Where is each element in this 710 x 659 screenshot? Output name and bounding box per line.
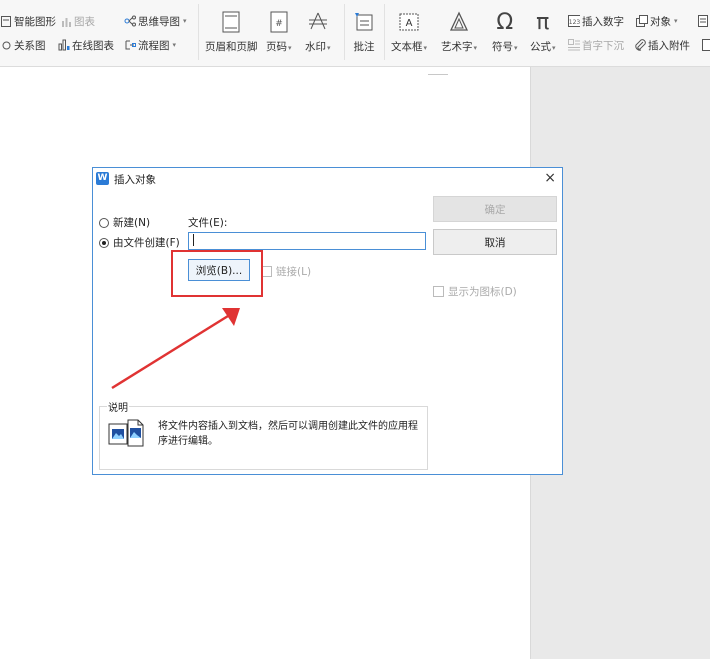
- close-icon[interactable]: ×: [544, 170, 556, 186]
- ok-button[interactable]: 确定: [433, 196, 557, 222]
- radio-from-file[interactable]: 由文件创建(F): [99, 235, 180, 250]
- ribbon-separator: [344, 4, 345, 60]
- relation-map-button[interactable]: 关系图: [0, 37, 46, 53]
- header-footer-button[interactable]: 页眉和页脚: [205, 10, 258, 54]
- chevron-down-icon: ▾: [183, 17, 187, 25]
- svg-text:A: A: [406, 18, 413, 29]
- smart-shape-icon: [0, 15, 12, 27]
- ribbon-separator: [198, 4, 199, 60]
- formula-button[interactable]: π 公式▾: [530, 10, 556, 54]
- pi-icon: π: [536, 9, 550, 35]
- radio-from-file-circle[interactable]: [99, 237, 109, 248]
- page-corner-mark: [428, 62, 448, 75]
- dialog-title: 插入对象: [114, 174, 156, 186]
- mind-map-icon: [124, 15, 136, 27]
- document-icon: [701, 39, 710, 51]
- text-box-button[interactable]: A 文本框▾: [391, 10, 427, 54]
- insert-attachment-button[interactable]: 插入附件: [634, 37, 690, 53]
- highlight-box: [171, 250, 263, 297]
- ribbon-toolbar: 智能图形 图表 思维导图 ▾ 关系图 在线图表 流程图 ▾ 页眉和页脚 # 页码…: [0, 0, 710, 67]
- radio-new[interactable]: 新建(N): [99, 215, 150, 230]
- chevron-down-icon: ▾: [473, 44, 478, 52]
- chevron-down-icon: ▾: [327, 44, 331, 52]
- description-label: 说明: [107, 399, 129, 414]
- header-footer-icon: [219, 10, 243, 34]
- relation-map-icon: [0, 39, 12, 51]
- mind-map-button[interactable]: 思维导图 ▾: [124, 13, 187, 29]
- number-icon: 123: [568, 15, 580, 27]
- ribbon-separator: [384, 4, 385, 60]
- drop-cap-icon: [568, 39, 580, 51]
- text-box-icon: A: [397, 10, 421, 34]
- more-button[interactable]: [697, 13, 709, 29]
- insert-object-dialog: W 插入对象 × 新建(N) 由文件创建(F) 文件(E): 确定 取消 浏览(…: [92, 167, 563, 475]
- display-as-icon-checkbox-box[interactable]: [433, 286, 444, 297]
- chevron-down-icon: ▾: [288, 44, 292, 52]
- online-chart-button[interactable]: 在线图表: [58, 37, 114, 53]
- chart-button[interactable]: 图表: [60, 13, 95, 29]
- chevron-down-icon: ▾: [674, 17, 678, 25]
- flowchart-button[interactable]: 流程图 ▾: [124, 37, 176, 53]
- link-checkbox[interactable]: 链接(L): [261, 264, 311, 279]
- smart-shape-button[interactable]: 智能图形: [0, 13, 56, 29]
- file-label: 文件(E):: [188, 217, 228, 229]
- display-as-icon-checkbox[interactable]: 显示为图标(D): [433, 284, 517, 299]
- dialog-titlebar: W 插入对象 ×: [93, 168, 562, 190]
- chevron-down-icon: ▾: [514, 44, 518, 52]
- more-button-2[interactable]: [701, 37, 710, 53]
- radio-new-circle[interactable]: [99, 217, 109, 228]
- object-document-icon: [108, 419, 144, 449]
- wps-app-icon: W: [96, 172, 109, 185]
- page-number-button[interactable]: # 页码▾: [266, 10, 292, 54]
- svg-text:123: 123: [569, 19, 580, 26]
- omega-icon: Ω: [496, 9, 514, 35]
- flowchart-icon: [124, 39, 136, 51]
- chevron-down-icon: ▾: [552, 44, 556, 52]
- page-number-icon: #: [267, 10, 291, 34]
- word-art-button[interactable]: 艺术字▾: [441, 10, 477, 54]
- description-text: 将文件内容插入到文档，然后可以调用创建此文件的应用程序进行编辑。: [158, 421, 418, 447]
- insert-number-button[interactable]: 123 插入数字: [568, 13, 624, 29]
- chart-icon: [60, 15, 72, 27]
- cancel-button[interactable]: 取消: [433, 229, 557, 255]
- comment-button[interactable]: 批注: [352, 10, 376, 54]
- paperclip-icon: [634, 39, 646, 51]
- watermark-button[interactable]: 水印▾: [305, 10, 331, 54]
- document-icon: [697, 15, 709, 27]
- object-button[interactable]: 对象 ▾: [636, 13, 678, 29]
- symbol-button[interactable]: Ω 符号▾: [492, 10, 518, 54]
- comment-icon: [352, 10, 376, 34]
- chevron-down-icon: ▾: [172, 41, 177, 49]
- online-chart-icon: [58, 39, 70, 51]
- text-cursor: [193, 234, 194, 246]
- file-path-input[interactable]: [188, 232, 426, 250]
- chevron-down-icon: ▾: [423, 44, 428, 52]
- object-icon: [636, 15, 648, 27]
- svg-text:#: #: [275, 19, 283, 29]
- drop-cap-button[interactable]: 首字下沉: [568, 37, 624, 53]
- watermark-icon: [306, 10, 330, 34]
- word-art-icon: [447, 10, 471, 34]
